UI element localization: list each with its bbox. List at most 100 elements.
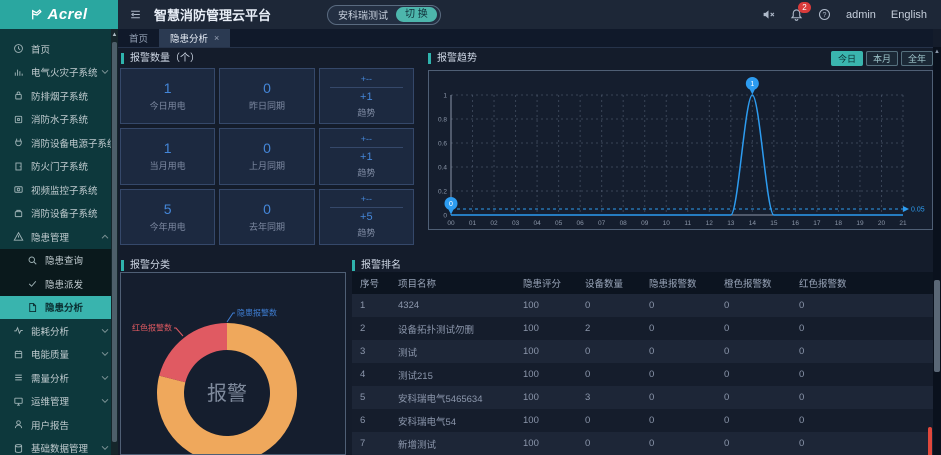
trend-range-今日[interactable]: 今日 [831,51,863,66]
sidebar-item-首页[interactable]: 首页 [0,37,118,61]
svg-text:0.4: 0.4 [438,165,447,172]
svg-text:20: 20 [878,220,886,227]
sidebar-item-需量分析[interactable]: 需量分析 [0,366,118,390]
column-header: 设备数量 [577,276,641,290]
tab-隐患分析[interactable]: 隐患分析 × [159,29,230,47]
chevron-down-icon [101,375,109,381]
svg-text:?: ? [822,12,826,19]
sidebar-item-消防设备子系统[interactable]: 消防设备子系统 [0,202,118,226]
sidebar-item-label: 基础数据管理 [31,441,88,455]
sidebar-item-基础数据管理[interactable]: 基础数据管理 [0,437,118,455]
page-scrollbar-thumb[interactable] [934,280,940,372]
table-scrollbar[interactable]: ▼ [928,294,932,455]
hazard-icon [13,231,24,242]
sidebar-scrollbar-thumb[interactable] [112,42,117,442]
svg-text:10: 10 [663,220,671,227]
table-cell: 0 [577,438,641,449]
card-value: 0 [263,140,271,156]
table-cell: 测试 [390,345,515,359]
table-cell: 安科瑞电气5465634 [390,391,515,405]
trend-range-全年[interactable]: 全年 [901,51,933,66]
sidebar-item-电气火灾子系统[interactable]: 电气火灾子系统 [0,61,118,85]
app-title: 智慧消防管理云平台 [154,5,271,24]
chevron-down-icon [101,445,109,451]
table-cell: 0 [641,415,716,426]
notification-bell-icon[interactable]: 2 [790,8,803,21]
search-icon [27,255,38,266]
table-row: 3测试1000000 [352,340,933,363]
table-cell: 3 [352,346,390,357]
tab-首页[interactable]: 首页 [118,29,159,47]
sidebar-item-隐患查询[interactable]: 隐患查询 [0,249,118,273]
stat-card: 0 上月同期 [219,128,314,184]
svg-text:21: 21 [899,220,907,227]
tab-bar: 首页隐患分析 × [118,29,933,48]
table-cell: 7 [352,438,390,449]
sidebar-item-消防水子系统[interactable]: 消防水子系统 [0,108,118,132]
table-cell: 100 [515,300,577,311]
tenant-name: 安科瑞测试 [338,7,388,22]
max-marker: 1 [746,77,759,95]
table-cell: 0 [791,438,933,449]
stat-card: 1 今日用电 [120,68,215,124]
page-scrollbar[interactable]: ▲ [933,47,941,455]
table-cell: 100 [515,392,577,403]
switch-tenant-button[interactable]: 切 换 [396,7,437,22]
column-header: 橙色报警数 [716,276,791,290]
check-icon [27,278,38,289]
sidebar-item-防火门子系统[interactable]: 防火门子系统 [0,155,118,179]
table-row: 143241000000 [352,294,933,317]
table-scrollbar-thumb[interactable] [928,427,932,455]
alarm-classification-title: 报警分类 [121,260,170,271]
sidebar-scrollbar[interactable]: ▲ [111,29,118,455]
file-icon [27,302,38,313]
help-icon[interactable]: ? [818,8,831,21]
sidebar-item-隐患管理[interactable]: 隐患管理 [0,225,118,249]
svg-text:0.6: 0.6 [438,141,447,148]
stat-card: 5 今年用电 [120,189,215,245]
sidebar-item-电能质量[interactable]: 电能质量 [0,343,118,367]
sidebar-item-label: 隐患分析 [45,300,83,314]
table-row: 7新增测试1000000 [352,432,933,455]
alarm-trend-title: 报警趋势 [428,53,477,64]
svg-text:02: 02 [490,220,498,227]
trend-range-本月[interactable]: 本月 [866,51,898,66]
table-cell: 0 [716,323,791,334]
sidebar-item-防排烟子系统[interactable]: 防排烟子系统 [0,84,118,108]
table-cell: 1 [352,300,390,311]
mute-speaker-icon[interactable] [762,8,775,21]
table-cell: 0 [716,438,791,449]
table-cell: 100 [515,415,577,426]
sidebar-item-隐患派发[interactable]: 隐患派发 [0,272,118,296]
sidebar-item-运维管理[interactable]: 运维管理 [0,390,118,414]
trend-card: +-- +1 趋势 [319,68,414,124]
page-scroll-up-icon[interactable]: ▲ [933,49,941,55]
logo-text: Acrel [47,6,87,23]
sidebar-scroll-up-icon[interactable]: ▲ [111,32,118,38]
table-cell: 0 [716,415,791,426]
language-switcher[interactable]: English [891,9,927,21]
alarm-trend-chart: 00.20.40.60.8100010203040506070809101112… [428,70,933,230]
user-menu[interactable]: admin [846,9,876,21]
sidebar-item-能耗分析[interactable]: 能耗分析 [0,319,118,343]
svg-text:08: 08 [620,220,628,227]
table-cell: 0 [641,438,716,449]
tab-close-icon[interactable]: × [214,33,219,43]
table-cell: 0 [791,323,933,334]
svg-text:15: 15 [770,220,778,227]
sidebar-item-用户报告[interactable]: 用户报告 [0,413,118,437]
chevron-down-icon [101,69,109,75]
svg-text:0: 0 [443,213,447,220]
table-cell: 0 [577,300,641,311]
card-value: 0 [263,80,271,96]
fire-door-icon [13,161,24,172]
sidebar-menu: 首页电气火灾子系统防排烟子系统消防水子系统消防设备电源子系统防火门子系统视频监控… [0,29,118,455]
sidebar-item-隐患分析[interactable]: 隐患分析 [0,296,118,320]
card-value: 0 [263,201,271,217]
tab-label: 隐患分析 [170,31,208,45]
alarm-count-cards: 1 今日用电0 昨日同期+-- +1 趋势1 当月用电0 上月同期+-- +1 … [120,68,414,245]
sidebar-item-label: 能耗分析 [31,324,69,338]
sidebar-item-消防设备电源子系统[interactable]: 消防设备电源子系统 [0,131,118,155]
sidebar-collapse-icon[interactable] [129,8,142,21]
sidebar-item-视频监控子系统[interactable]: 视频监控子系统 [0,178,118,202]
